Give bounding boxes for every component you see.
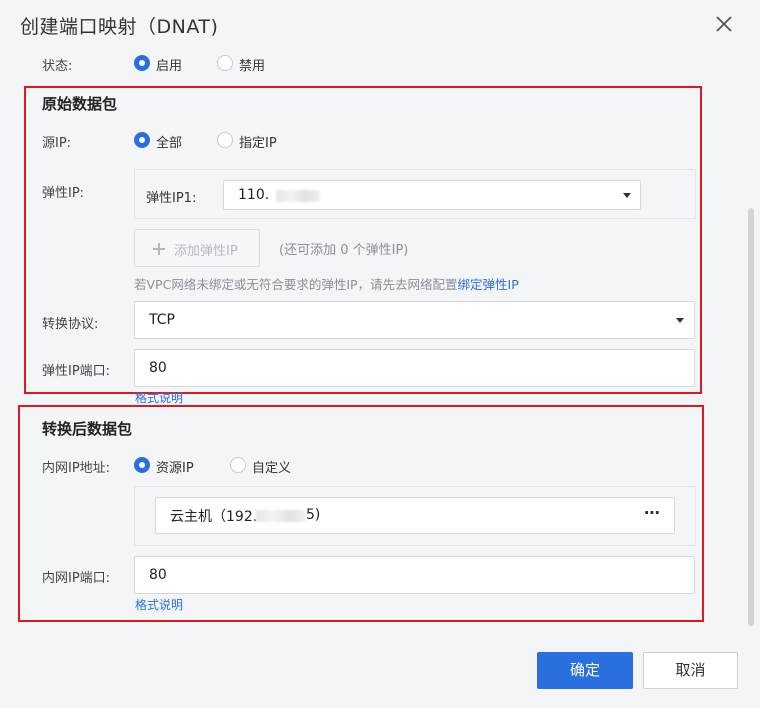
confirm-button[interactable]: 确定 [537, 652, 633, 689]
host-value: 云主机（192. [170, 508, 258, 525]
cancel-button[interactable]: 取消 [643, 652, 738, 689]
redacted-ip [256, 510, 306, 522]
inner-ip-resource-label[interactable]: 资源IP [156, 457, 194, 476]
add-eip-hint: (还可添加 0 个弹性IP) [279, 243, 409, 258]
bind-eip-link[interactable]: 绑定弹性IP [458, 277, 519, 292]
inner-port-format-link[interactable]: 格式说明 [135, 596, 183, 613]
inner-ip-custom-radio[interactable] [230, 457, 246, 473]
inner-ip-label: 内网IP地址: [42, 461, 111, 476]
protocol-select[interactable]: TCP [134, 301, 695, 339]
eip-port-input[interactable]: 80 [134, 349, 695, 387]
status-enable-label[interactable]: 启用 [156, 55, 182, 74]
close-icon[interactable] [712, 12, 736, 36]
eip1-value: 110. [238, 187, 270, 203]
protocol-value: TCP [149, 312, 175, 328]
status-disable-radio[interactable] [217, 55, 233, 71]
inner-port-value: 80 [149, 567, 167, 583]
source-ip-specific-label[interactable]: 指定IP [239, 132, 277, 151]
inner-port-input[interactable]: 80 [134, 556, 695, 594]
eip1-label: 弹性IP1: [146, 191, 197, 206]
translated-packet-title: 转换后数据包 [42, 420, 133, 438]
status-enable-radio[interactable] [134, 55, 150, 71]
add-eip-button[interactable]: 添加弹性IP [134, 229, 260, 267]
source-ip-all-radio[interactable] [134, 132, 150, 148]
dialog-title: 创建端口映射（DNAT) [20, 16, 219, 38]
host-suffix: 5) [306, 507, 321, 523]
status-disable-label[interactable]: 禁用 [239, 55, 265, 74]
source-ip-label: 源IP: [42, 136, 72, 151]
inner-ip-resource-radio[interactable] [134, 457, 150, 473]
eip-port-value: 80 [149, 360, 167, 376]
eip-port-format-link[interactable]: 格式说明 [135, 389, 183, 406]
inner-port-label: 内网IP端口: [42, 571, 111, 586]
more-icon[interactable]: ⋯ [644, 503, 661, 522]
source-ip-specific-radio[interactable] [217, 132, 233, 148]
eip-note-text: 若VPC网络未绑定或无符合要求的弹性IP，请先去网络配置 [134, 277, 458, 292]
eip1-select[interactable]: 110. [223, 180, 641, 210]
redacted-ip [276, 190, 320, 202]
add-eip-label: 添加弹性IP [174, 244, 238, 259]
chevron-down-icon [623, 193, 631, 198]
protocol-label: 转换协议: [42, 317, 99, 332]
eip-label: 弹性IP: [42, 186, 85, 201]
eip-port-label: 弹性IP端口: [42, 364, 111, 379]
status-label: 状态: [42, 59, 73, 74]
eip-note: 若VPC网络未绑定或无符合要求的弹性IP，请先去网络配置绑定弹性IP [134, 274, 519, 293]
plus-icon [153, 243, 165, 255]
source-ip-all-label[interactable]: 全部 [156, 132, 182, 151]
host-select[interactable]: 云主机（192. 5) ⋯ [155, 497, 675, 534]
scrollbar[interactable] [748, 208, 754, 626]
inner-ip-custom-label[interactable]: 自定义 [252, 457, 291, 476]
chevron-down-icon [676, 318, 684, 323]
original-packet-title: 原始数据包 [42, 95, 118, 113]
